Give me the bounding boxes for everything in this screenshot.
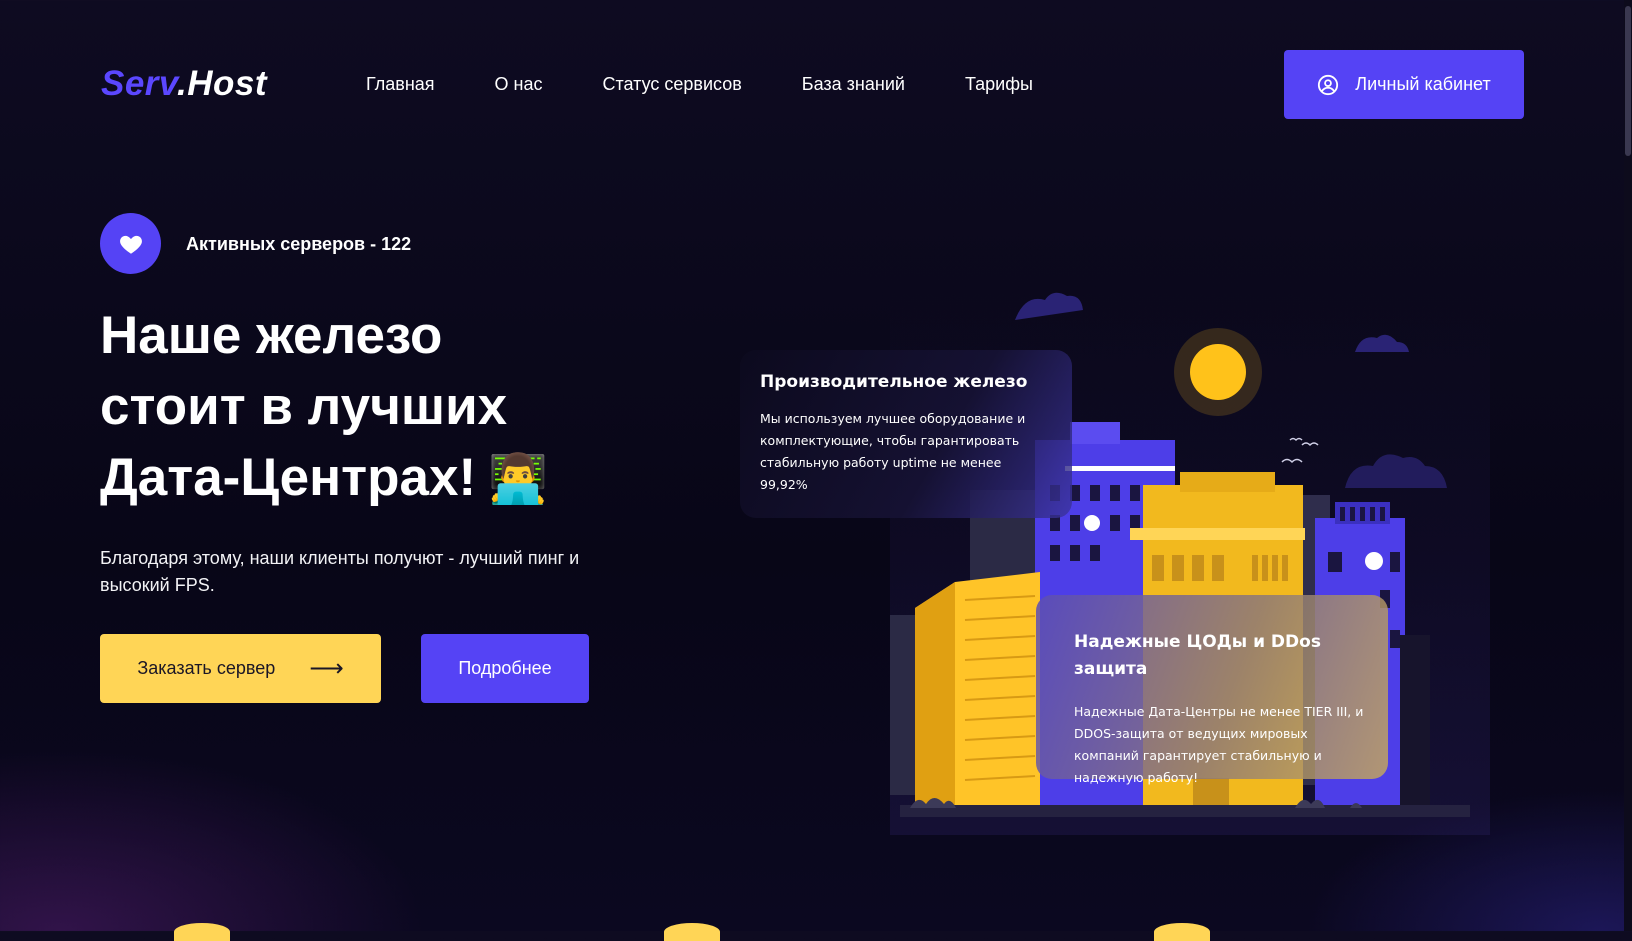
scrollbar-thumb[interactable] [1625,6,1631,156]
active-servers-count: Активных серверов - 122 [186,234,412,254]
technologist-emoji: 👨‍💻 [488,453,548,506]
logo-part-1: Serv [101,64,177,103]
more-details-button[interactable]: Подробнее [421,634,589,703]
logo-part-2: .Host [176,64,267,103]
hero-title-line-1: Наше железо [100,306,443,365]
page-scrollbar[interactable] [1624,0,1632,931]
heart-icon [119,235,142,254]
next-section-shape [1154,923,1210,941]
hero-title-line-3: Дата-Центрах! [100,448,477,507]
nav-item-tariffs[interactable]: Тарифы [965,74,1033,95]
order-server-button-label: Заказать сервер [137,658,276,678]
nav-item-about[interactable]: О нас [495,74,543,95]
feature-card-datacenters: Надежные ЦОДы и DDos защита Надежные Дат… [1036,595,1388,785]
nav-item-home[interactable]: Главная [366,74,435,95]
order-server-button[interactable]: Заказать сервер ⟶ [100,634,381,703]
hero-title: Наше железо стоит в лучших Дата-Центрах!… [100,300,660,515]
main-nav: Главная О нас Статус сервисов База знани… [366,74,1033,95]
next-section-shape [174,923,230,941]
next-section-shape [664,923,720,941]
arrow-right-icon: ⟶ [309,655,344,682]
feature-card-title: Производительное железо [760,372,1028,392]
logo[interactable]: Serv.Host [101,64,267,104]
nav-item-knowledge-base[interactable]: База знаний [802,74,905,95]
user-circle-icon [1318,74,1339,95]
moon [1190,344,1246,400]
feature-card-hardware: Производительное железо Мы используем лу… [740,350,1072,518]
feature-card-title: Надежные ЦОДы и DDos защита [1074,632,1321,679]
hero-subtitle: Благодаря этому, наши клиенты получют - … [100,548,580,595]
account-button-label: Личный кабинет [1355,74,1491,94]
feature-card-text: Мы используем лучшее оборудование и комп… [760,411,1026,492]
feature-card-text: Надежные Дата-Центры не менее TIER III, … [1074,704,1364,785]
hero-title-line-2: стоит в лучших [100,377,508,436]
account-button[interactable]: Личный кабинет [1284,50,1524,119]
active-servers-badge [100,213,161,274]
nav-item-status[interactable]: Статус сервисов [602,74,741,95]
